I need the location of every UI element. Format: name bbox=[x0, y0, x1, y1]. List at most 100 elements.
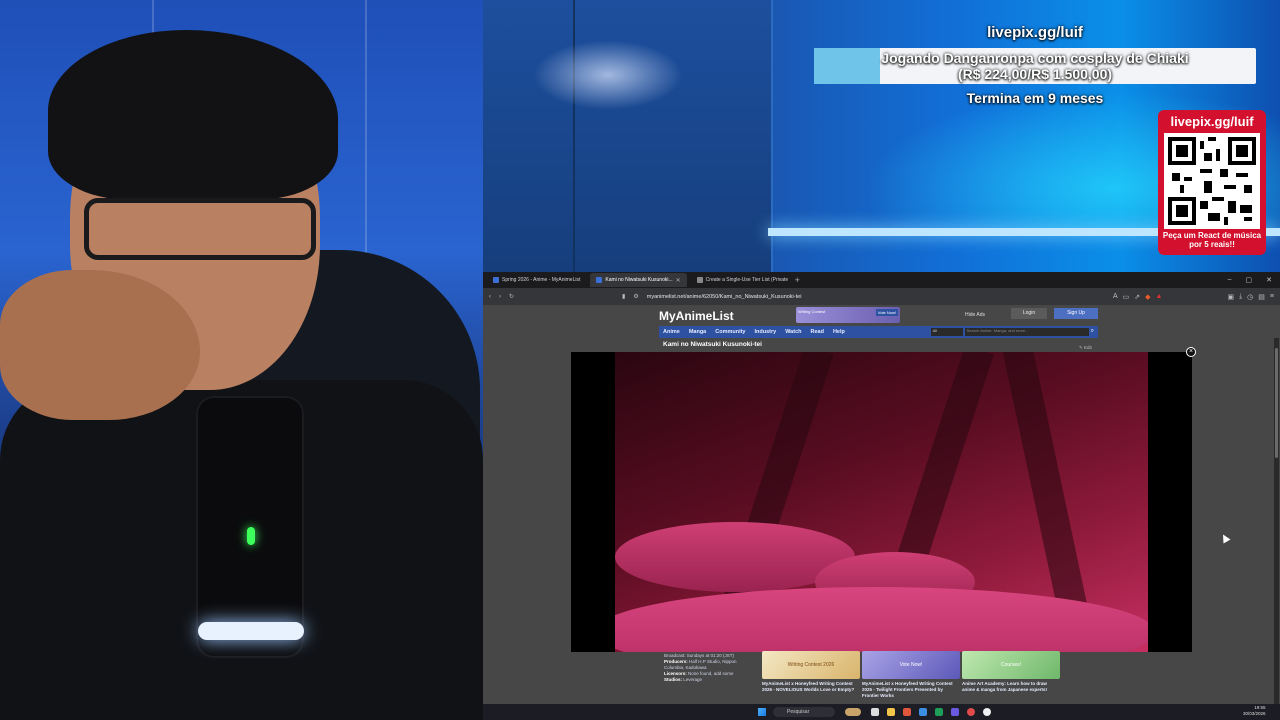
qr-card: livepix.gg/luif Peça um React de música … bbox=[1158, 110, 1266, 255]
app-icon[interactable] bbox=[967, 708, 975, 716]
forward-icon[interactable]: › bbox=[499, 294, 501, 300]
mal-search: All Search Anime, Manga, and more... ⌕ bbox=[930, 328, 1094, 336]
page-scrollbar[interactable] bbox=[1274, 338, 1279, 720]
nav-anime[interactable]: Anime bbox=[663, 329, 680, 335]
url-field[interactable]: myanimelist.net/anime/62050/Kami_no_Niwa… bbox=[647, 294, 802, 300]
browser-window: Spring 2026 - Anime - MyAnimeList Kami n… bbox=[483, 272, 1280, 720]
mal-favicon-icon bbox=[493, 277, 499, 283]
window-controls: – ▢ ✕ bbox=[1228, 276, 1280, 284]
site-info-icon[interactable]: ⚙ bbox=[633, 293, 638, 300]
donation-goal-widget: livepix.gg/luif Jogando Danganronpa com … bbox=[814, 24, 1256, 106]
discord-icon[interactable] bbox=[951, 708, 959, 716]
extension-icon[interactable]: ▲ bbox=[1156, 293, 1163, 301]
brave-browser-icon[interactable] bbox=[903, 708, 911, 716]
page-favicon-icon bbox=[696, 277, 703, 283]
goal-progress-bar: Jogando Danganronpa com cosplay de Chiak… bbox=[814, 48, 1256, 84]
close-tab-icon[interactable]: ✕ bbox=[676, 277, 681, 284]
goal-url: livepix.gg/luif bbox=[987, 24, 1083, 41]
promo-card[interactable]: Vote Now! MyAnimeList x Honeyfeed Writin… bbox=[862, 651, 960, 699]
maximize-icon[interactable]: ▢ bbox=[1246, 276, 1253, 284]
search-category-select[interactable]: All bbox=[930, 328, 963, 336]
tab-bar: Spring 2026 - Anime - MyAnimeList Kami n… bbox=[483, 272, 1280, 288]
mouse-cursor-icon bbox=[1219, 532, 1231, 544]
nav-help[interactable]: Help bbox=[833, 329, 845, 335]
promo-image: Writing Contest 2026 bbox=[762, 651, 860, 679]
tab-label: Kami no Niwatsuki Kusunoki... bbox=[605, 277, 673, 283]
new-tab-icon[interactable]: + bbox=[795, 275, 800, 285]
download-icon[interactable]: ⤓ bbox=[1239, 293, 1242, 301]
search-input[interactable]: Search Anime, Manga, and more... bbox=[964, 328, 1089, 336]
edit-label: Edit bbox=[1084, 345, 1092, 350]
file-explorer-icon[interactable] bbox=[887, 708, 895, 716]
screen-icon[interactable]: ▭ bbox=[1123, 293, 1130, 301]
mal-logo[interactable]: MyAnimeList bbox=[659, 309, 734, 323]
promo-card[interactable]: Courses! Anime Art Academy: Learn how to… bbox=[962, 651, 1060, 693]
app-icon[interactable] bbox=[919, 708, 927, 716]
translate-icon[interactable]: A bbox=[1113, 293, 1118, 301]
sign-up-button[interactable]: Sign Up bbox=[1054, 308, 1098, 319]
mal-nav-bar: Anime Manga Community Industry Watch Rea… bbox=[659, 326, 1098, 338]
toolbar-icons: A ▭ ⇗ ◆ ▲ ▣ ⤓ ◷ ▤ ≡ bbox=[1113, 293, 1274, 301]
wallet-icon[interactable]: ▣ bbox=[1227, 293, 1234, 301]
video-player-modal[interactable] bbox=[571, 352, 1192, 652]
edit-link[interactable]: ✎ Edit bbox=[1079, 345, 1092, 351]
nav-read[interactable]: Read bbox=[810, 329, 823, 335]
windows-taskbar: Pesquisar 19:55 30/03/2026 bbox=[483, 704, 1280, 720]
goal-ends: Termina em 9 meses bbox=[966, 90, 1104, 106]
share-icon[interactable]: ⇗ bbox=[1134, 293, 1140, 301]
writing-contest-banner[interactable]: Writing Contest Vote Now! bbox=[796, 307, 900, 323]
weather-widget-icon[interactable] bbox=[845, 708, 861, 716]
anime-info-sidebar: Broadcast: Sundays at 01:20 (JST) Produc… bbox=[664, 653, 754, 683]
goal-title: Jogando Danganronpa com cosplay de Chiak… bbox=[881, 50, 1189, 66]
anime-title: Kami no Niwatsuki Kusunoki-tei bbox=[663, 341, 762, 348]
app-icon[interactable] bbox=[935, 708, 943, 716]
tab-kami-no-niwatsuki[interactable]: Kami no Niwatsuki Kusunoki... ✕ bbox=[590, 273, 687, 287]
scrollbar-thumb[interactable] bbox=[1275, 348, 1278, 458]
nav-community[interactable]: Community bbox=[715, 329, 745, 335]
sidebar-icon[interactable]: ▤ bbox=[1258, 293, 1265, 301]
mal-header: MyAnimeList Writing Contest Vote Now! Hi… bbox=[659, 305, 1098, 345]
promo-caption: Anime Art Academy: Learn how to draw ani… bbox=[962, 681, 1048, 692]
clock-date: 30/03/2026 bbox=[1243, 711, 1266, 716]
myanimelist-page: MyAnimeList Writing Contest Vote Now! Hi… bbox=[483, 305, 1280, 720]
menu-icon[interactable]: ≡ bbox=[1270, 293, 1274, 301]
qr-caption: Peça um React de música por 5 reais!! bbox=[1162, 231, 1262, 249]
promo-caption: MyAnimeList x Honeyfeed Writing Contest … bbox=[762, 681, 855, 692]
stream-layout: livepix.gg/luif Jogando Danganronpa com … bbox=[0, 0, 1280, 720]
history-icon[interactable]: ◷ bbox=[1247, 293, 1253, 301]
shield-icon[interactable]: ◆ bbox=[1145, 293, 1150, 301]
minimize-icon[interactable]: – bbox=[1228, 276, 1232, 284]
windows-start-icon[interactable] bbox=[758, 708, 766, 716]
taskbar-search[interactable]: Pesquisar bbox=[773, 707, 835, 717]
ceiling-light-reflection bbox=[533, 40, 683, 110]
webcam-feed bbox=[0, 0, 483, 720]
promo-caption: MyAnimeList x Honeyfeed Writing Contest … bbox=[862, 681, 953, 698]
microphone-light-ring bbox=[198, 622, 304, 640]
tab-tier-list[interactable]: Create a Single-Use Tier List (Private bbox=[691, 273, 791, 287]
producers-info: Producers: Half H.P Studio, Nippon Colum… bbox=[664, 659, 737, 670]
promo-image: Vote Now! bbox=[862, 651, 960, 679]
banner-text: Writing Contest bbox=[798, 309, 826, 314]
studios-info: Studios: Leverage bbox=[664, 677, 703, 682]
goal-label: Jogando Danganronpa com cosplay de Chiak… bbox=[814, 50, 1256, 82]
nav-industry[interactable]: Industry bbox=[754, 329, 776, 335]
streamer-glasses bbox=[84, 198, 316, 260]
login-button[interactable]: Login bbox=[1011, 308, 1047, 319]
task-view-icon[interactable] bbox=[871, 708, 879, 716]
reload-icon[interactable]: ↻ bbox=[509, 293, 514, 300]
promo-image: Courses! bbox=[962, 651, 1060, 679]
bookmark-icon[interactable]: ▮ bbox=[622, 293, 625, 300]
nav-manga[interactable]: Manga bbox=[689, 329, 706, 335]
back-icon[interactable]: ‹ bbox=[489, 294, 491, 300]
close-window-icon[interactable]: ✕ bbox=[1266, 276, 1272, 284]
goal-amount: (R$ 224,00/R$ 1.500,00) bbox=[957, 66, 1113, 82]
nav-watch[interactable]: Watch bbox=[785, 329, 801, 335]
hide-ads-link[interactable]: Hide Ads bbox=[965, 312, 985, 318]
promo-card[interactable]: Writing Contest 2026 MyAnimeList x Honey… bbox=[762, 651, 860, 693]
search-icon[interactable]: ⌕ bbox=[1091, 328, 1094, 336]
taskbar-clock[interactable]: 19:55 30/03/2026 bbox=[1243, 705, 1266, 717]
address-bar: ‹ › ↻ ▮ ⚙ myanimelist.net/anime/62050/Ka… bbox=[483, 288, 1280, 305]
tab-spring-2026[interactable]: Spring 2026 - Anime - MyAnimeList bbox=[487, 273, 586, 287]
close-video-icon[interactable]: × bbox=[1186, 347, 1196, 357]
obs-icon[interactable] bbox=[983, 708, 991, 716]
